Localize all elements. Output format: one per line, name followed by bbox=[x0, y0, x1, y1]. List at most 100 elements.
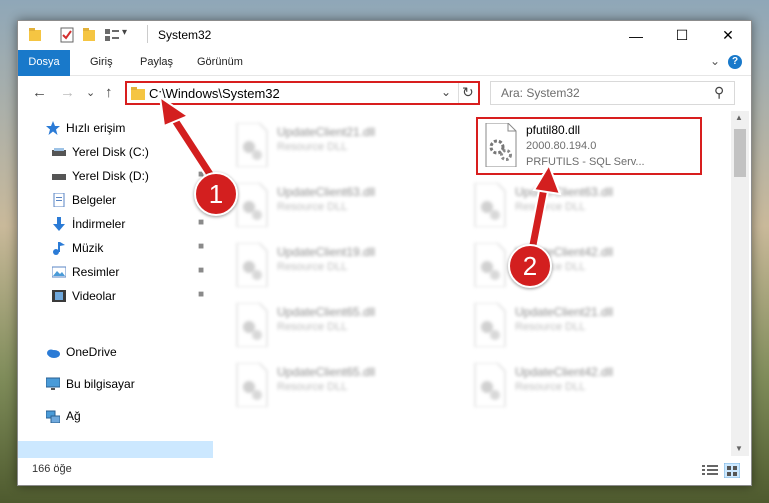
videos-icon bbox=[52, 290, 66, 302]
view-options-icon[interactable] bbox=[104, 27, 120, 43]
list-item[interactable]: UpdateClient63.dll Resource DLL bbox=[463, 177, 693, 235]
music-icon bbox=[53, 242, 65, 255]
network-icon bbox=[46, 410, 60, 423]
file-name: UpdateClient21.dll bbox=[277, 125, 376, 139]
customize-toolbar-chevron[interactable]: ▾ bbox=[122, 27, 127, 38]
pin-icon: ■ bbox=[198, 241, 205, 252]
back-button[interactable]: ← bbox=[32, 84, 47, 101]
tab-home[interactable]: Giriş bbox=[90, 50, 113, 75]
dll-file-icon bbox=[474, 303, 506, 347]
properties-icon[interactable] bbox=[60, 27, 74, 43]
file-description: PRFUTILS - SQL Serv... bbox=[526, 156, 645, 168]
list-item[interactable]: UpdateClient42.dll Resource DLL bbox=[463, 357, 693, 415]
file-type: Resource DLL bbox=[515, 321, 586, 333]
up-button[interactable]: ↑ bbox=[105, 84, 113, 101]
dll-file-icon bbox=[474, 243, 506, 287]
address-path: C:\Windows\System32 bbox=[149, 86, 280, 101]
list-item[interactable]: UpdateClient19.dll Resource DLL bbox=[225, 237, 455, 295]
scroll-down-icon[interactable]: ▼ bbox=[735, 444, 743, 453]
status-bar: 166 öğe bbox=[18, 458, 751, 484]
dll-file-icon bbox=[236, 363, 268, 407]
sidebar-item-label: Müzik bbox=[72, 241, 104, 255]
file-name: pfutil80.dll bbox=[526, 123, 581, 137]
file-type: Resource DLL bbox=[277, 261, 348, 273]
scroll-up-icon[interactable]: ▲ bbox=[735, 113, 743, 122]
close-button[interactable]: ✕ bbox=[705, 21, 751, 50]
file-type: Resource DLL bbox=[515, 201, 586, 213]
sidebar-item-label: Yerel Disk (D:) bbox=[72, 169, 149, 183]
sidebar-item-label: OneDrive bbox=[66, 345, 117, 359]
sidebar-item-label: Yerel Disk (C:) bbox=[72, 145, 149, 159]
download-icon bbox=[53, 217, 65, 231]
star-icon bbox=[46, 121, 60, 135]
sidebar-item-label: Videolar bbox=[72, 289, 116, 303]
expand-ribbon-icon[interactable]: ⌄ bbox=[710, 54, 720, 68]
search-box[interactable]: Ara: System32 ⚲ bbox=[490, 81, 735, 105]
title-bar: ▾ System32 — ☐ ✕ bbox=[18, 21, 751, 50]
cloud-icon bbox=[47, 349, 60, 358]
address-dropdown-icon[interactable]: ⌄ bbox=[441, 85, 451, 99]
file-name: UpdateClient65.dll bbox=[277, 305, 376, 319]
pin-icon: ■ bbox=[198, 289, 205, 300]
sidebar-item-label: İndirmeler bbox=[72, 217, 126, 231]
dll-file-icon bbox=[236, 303, 268, 347]
navigation-pane: Hızlı erişim Yerel Disk (C:) Yerel Disk … bbox=[18, 111, 214, 465]
title-divider bbox=[147, 25, 148, 43]
computer-icon bbox=[46, 377, 60, 390]
dll-file-icon bbox=[474, 183, 506, 227]
forward-button[interactable]: → bbox=[60, 84, 75, 101]
address-bar[interactable]: C:\Windows\System32 ⌄ ↻ bbox=[125, 81, 480, 105]
list-item[interactable]: UpdateClient42.dll Resource DLL bbox=[463, 237, 693, 295]
drive-icon bbox=[52, 148, 66, 156]
sidebar-item-label: Belgeler bbox=[72, 193, 117, 207]
file-name: UpdateClient63.dll bbox=[277, 185, 376, 199]
address-divider bbox=[458, 83, 459, 103]
sidebar-item-label: Ağ bbox=[66, 409, 81, 423]
list-item[interactable]: UpdateClient63.dll Resource DLL bbox=[225, 177, 455, 235]
list-item[interactable]: UpdateClient65.dll Resource DLL bbox=[225, 297, 455, 355]
new-folder-icon[interactable] bbox=[82, 27, 96, 43]
details-view-icon[interactable] bbox=[702, 464, 718, 477]
list-item[interactable]: pfutil80.dll 2000.80.194.0 PRFUTILS - SQ… bbox=[478, 119, 708, 177]
list-item[interactable]: UpdateClient65.dll Resource DLL bbox=[225, 357, 455, 415]
step-marker-1: 1 bbox=[194, 172, 238, 216]
recent-locations-button[interactable]: ⌄ bbox=[86, 86, 95, 99]
item-count: 166 öğe bbox=[32, 463, 72, 475]
window-title: System32 bbox=[158, 28, 212, 42]
search-input[interactable]: Ara: System32 bbox=[501, 86, 580, 100]
file-name: UpdateClient42.dll bbox=[515, 365, 614, 379]
highlighted-file[interactable]: pfutil80.dll 2000.80.194.0 PRFUTILS - SQ… bbox=[476, 117, 702, 175]
vertical-scrollbar[interactable]: ▲ ▼ bbox=[731, 111, 749, 456]
file-name: UpdateClient19.dll bbox=[277, 245, 376, 259]
file-name: UpdateClient21.dll bbox=[515, 305, 614, 319]
list-item[interactable]: UpdateClient21.dll Resource DLL bbox=[225, 117, 455, 175]
folder-icon bbox=[29, 28, 41, 41]
dll-file-icon bbox=[236, 123, 268, 167]
file-type: Resource DLL bbox=[277, 201, 348, 213]
file-type: Resource DLL bbox=[277, 321, 348, 333]
pin-icon: ■ bbox=[198, 265, 205, 276]
scrollbar-thumb[interactable] bbox=[734, 129, 746, 177]
tiles-view-icon[interactable] bbox=[724, 463, 740, 478]
dll-file-icon bbox=[236, 243, 268, 287]
tab-view[interactable]: Görünüm bbox=[197, 50, 243, 75]
help-icon[interactable]: ? bbox=[728, 55, 742, 69]
tab-share[interactable]: Paylaş bbox=[140, 50, 173, 75]
refresh-icon[interactable]: ↻ bbox=[462, 84, 474, 101]
sidebar-item-label: Hızlı erişim bbox=[66, 121, 126, 135]
dll-file-icon bbox=[474, 363, 506, 407]
file-type: Resource DLL bbox=[515, 381, 586, 393]
sidebar-item-label: Bu bilgisayar bbox=[66, 377, 135, 391]
pictures-icon bbox=[52, 266, 66, 278]
ribbon: Dosya Giriş Paylaş Görünüm ⌄ ? bbox=[18, 50, 751, 108]
dll-file-icon bbox=[485, 123, 517, 167]
file-name: UpdateClient65.dll bbox=[277, 365, 376, 379]
navigation-bar: ← → ⌄ ↑ C:\Windows\System32 ⌄ ↻ Ara: Sys… bbox=[18, 76, 751, 110]
file-type: Resource DLL bbox=[277, 381, 348, 393]
explorer-window: ▾ System32 — ☐ ✕ Dosya Giriş Paylaş Görü… bbox=[17, 20, 752, 486]
list-item[interactable]: UpdateClient21.dll Resource DLL bbox=[463, 297, 693, 355]
search-icon[interactable]: ⚲ bbox=[714, 84, 724, 101]
drive-icon bbox=[52, 174, 66, 180]
maximize-button[interactable]: ☐ bbox=[659, 21, 705, 50]
minimize-button[interactable]: — bbox=[613, 21, 659, 50]
